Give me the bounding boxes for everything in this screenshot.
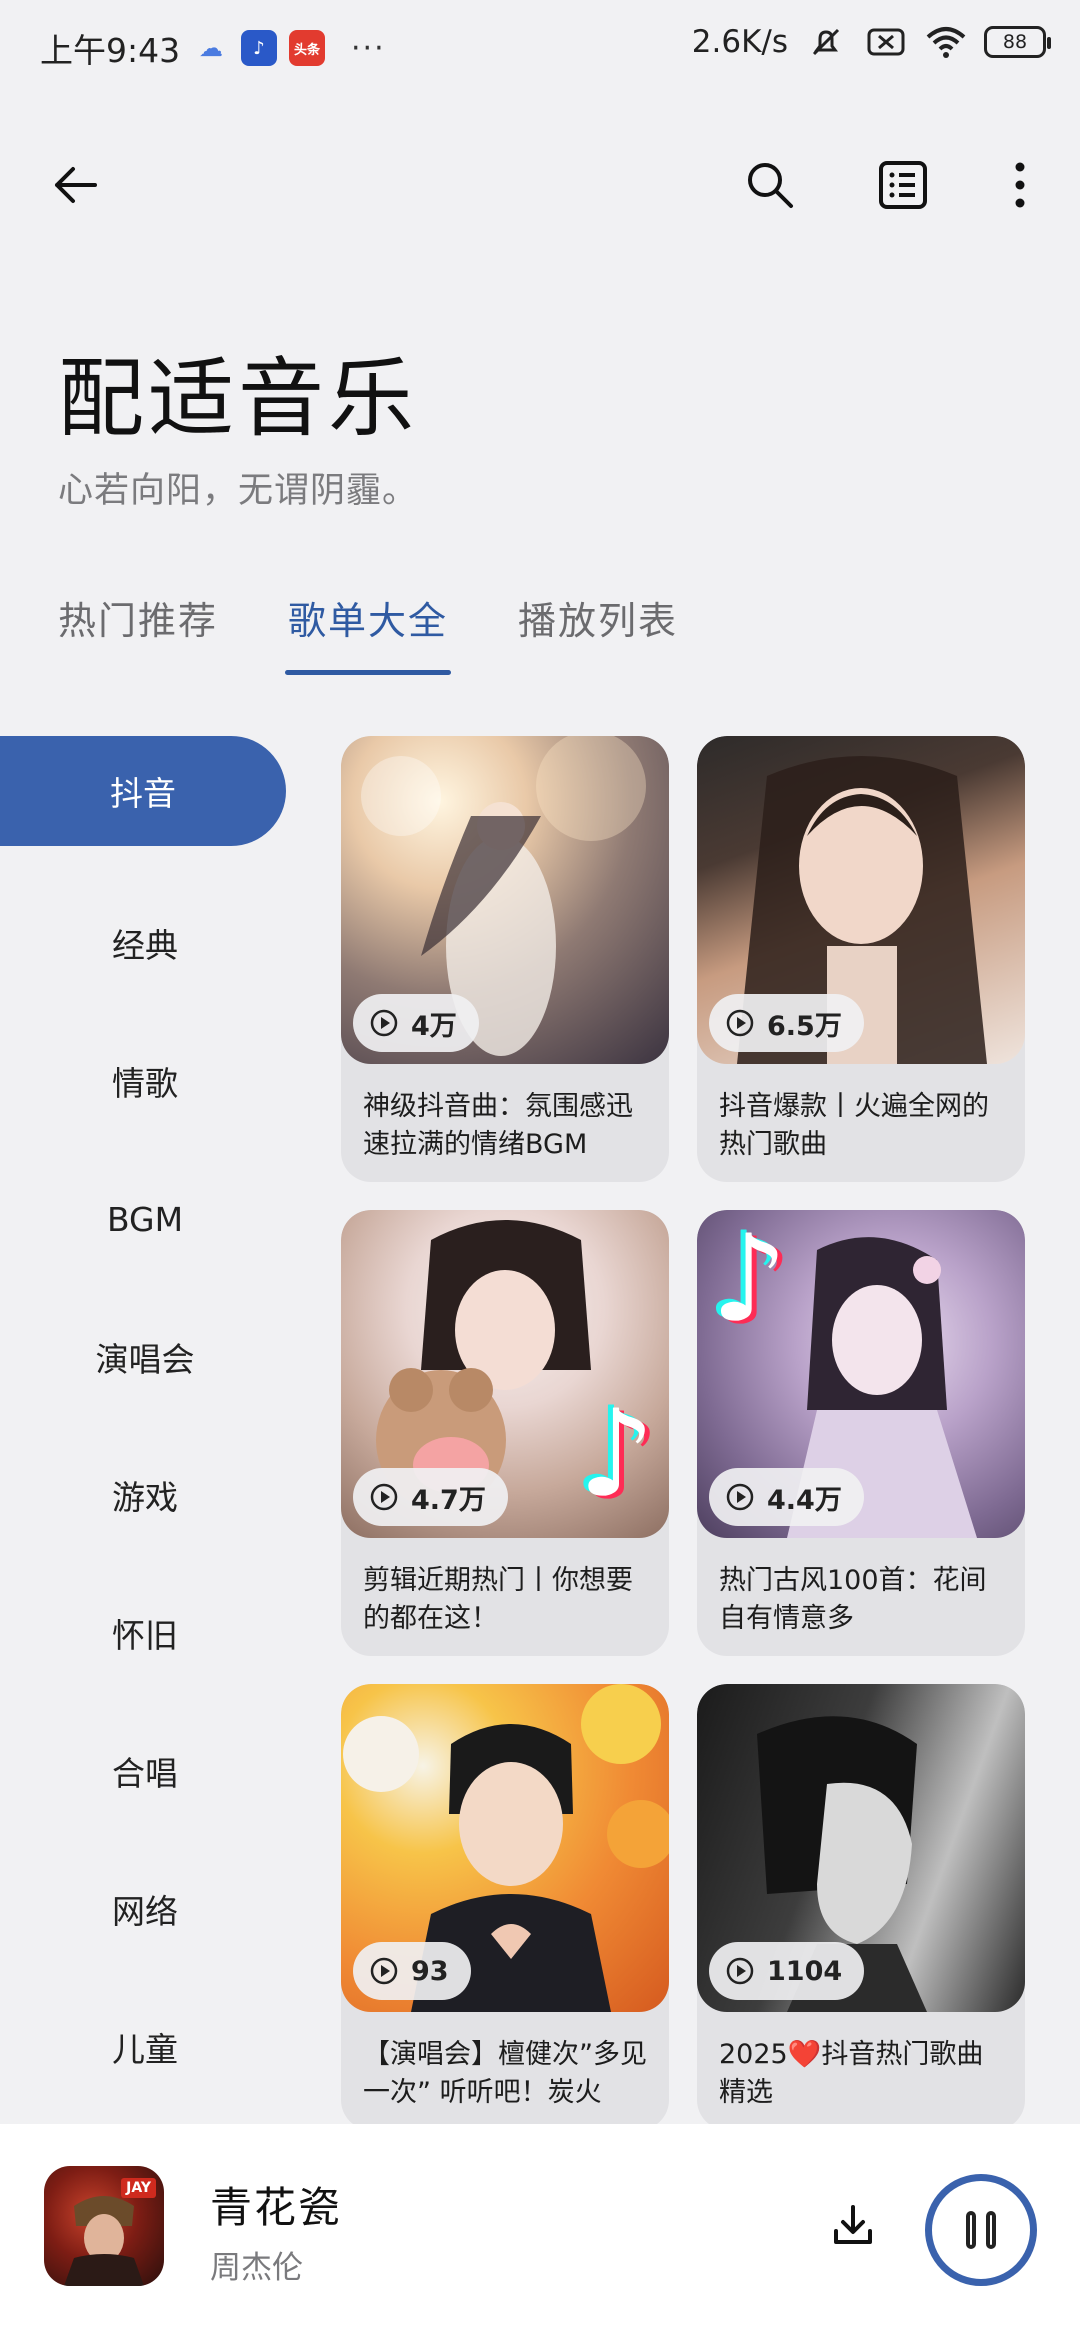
back-arrow-icon[interactable] [40, 150, 110, 220]
playlist-cover[interactable]: 1104 [697, 1684, 1025, 2012]
download-icon[interactable] [818, 2190, 888, 2260]
play-count: 4.4万 [767, 1484, 842, 1516]
category-bgm[interactable]: BGM [0, 1150, 290, 1288]
play-circle-icon [726, 1009, 754, 1037]
play-circle-icon [726, 1957, 754, 1985]
play-circle-icon [370, 1009, 398, 1037]
play-circle-icon [370, 1483, 398, 1511]
pause-icon [966, 2211, 976, 2249]
album-tag: JAY [121, 2178, 156, 2198]
status-app-icons: ☁ ♪ 头条 ··· [193, 30, 386, 66]
song-artist: 周杰伦 [210, 2250, 303, 2286]
playlist-title: 神级抖音曲：氛围感迅速拉满的情绪BGM [363, 1091, 633, 1160]
mute-bell-icon [804, 22, 848, 62]
playlist-card[interactable]: 93 【演唱会】檀健次”多见一次” 听听吧！炭火 [341, 1684, 669, 2124]
play-count: 4.7万 [411, 1484, 486, 1516]
list-icon[interactable] [868, 150, 938, 220]
category-classic[interactable]: 经典 [0, 874, 290, 1012]
play-count-badge: 93 [353, 1942, 471, 2000]
wifi-icon [924, 22, 968, 62]
play-circle-icon [726, 1483, 754, 1511]
more-notifications-icon: ··· [351, 30, 386, 66]
playlist-grid: 4万 神级抖音曲：氛围感迅速拉满的情绪BGM 6.5万 抖音爆款丨火遍全网的热门… [341, 736, 1025, 2124]
music-app-icon: ♪ [241, 30, 277, 66]
category-concert[interactable]: 演唱会 [0, 1288, 290, 1426]
news-app-icon: 头条 [289, 30, 325, 66]
play-count-badge: 4.7万 [353, 1468, 508, 1526]
play-count: 93 [411, 1955, 449, 1987]
playlist-cover[interactable]: ♪ 4.4万 [697, 1210, 1025, 1538]
more-vertical-icon[interactable] [985, 150, 1055, 220]
tab-play-queue[interactable]: 播放列表 [518, 590, 678, 675]
song-title[interactable]: 青花瓷 [210, 2174, 342, 2235]
category-chorus[interactable]: 合唱 [0, 1702, 290, 1840]
playlist-title: 2025❤️抖音热门歌曲精选 [719, 2039, 984, 2108]
play-count: 1104 [767, 1955, 843, 1987]
cloud-icon: ☁ [199, 34, 223, 62]
playlist-card[interactable]: ♪ 4.7万 剪辑近期热门丨你想要的都在这！ [341, 1210, 669, 1656]
page-title: 配适音乐 [58, 349, 418, 449]
playlist-cover[interactable]: 6.5万 [697, 736, 1025, 1064]
playlist-cover[interactable]: 93 [341, 1684, 669, 2012]
playlist-title: 抖音爆款丨火遍全网的热门歌曲 [719, 1091, 989, 1160]
status-time: 上午9:43 [40, 31, 181, 70]
playlist-card[interactable]: 6.5万 抖音爆款丨火遍全网的热门歌曲 [697, 736, 1025, 1182]
category-douyin[interactable]: 抖音 [0, 736, 286, 846]
tab-hot-recommend[interactable]: 热门推荐 [58, 590, 218, 675]
page-subtitle: 心若向阳，无谓阴霾。 [58, 471, 419, 511]
pause-icon [986, 2211, 996, 2249]
playlist-cover[interactable]: ♪ 4.7万 [341, 1210, 669, 1538]
playlist-title: 【演唱会】檀健次”多见一次” 听听吧！炭火 [363, 2039, 647, 2108]
sim-off-icon [864, 22, 908, 62]
playlist-card[interactable]: 4万 神级抖音曲：氛围感迅速拉满的情绪BGM [341, 736, 669, 1182]
net-speed: 2.6K/s [691, 24, 788, 60]
app-bar [0, 130, 1080, 240]
play-count-badge: 4万 [353, 994, 479, 1052]
playlist-title: 热门古风100首：花间自有情意多 [719, 1565, 987, 1634]
category-internet[interactable]: 网络 [0, 1840, 290, 1978]
category-kids[interactable]: 儿童 [0, 1978, 290, 2116]
album-art[interactable]: JAY [44, 2166, 164, 2286]
play-count-badge: 4.4万 [709, 1468, 864, 1526]
play-count-badge: 6.5万 [709, 994, 864, 1052]
playlist-title: 剪辑近期热门丨你想要的都在这！ [363, 1565, 633, 1634]
playlist-cover[interactable]: 4万 [341, 736, 669, 1064]
play-count: 4万 [411, 1010, 457, 1042]
tiktok-logo-icon: ♪ [578, 1385, 655, 1524]
play-count-badge: 1104 [709, 1942, 865, 2000]
tab-playlist-all[interactable]: 歌单大全 [285, 590, 452, 675]
tab-bar: 热门推荐 歌单大全 播放列表 [58, 590, 678, 675]
category-game[interactable]: 游戏 [0, 1426, 290, 1564]
playlist-card[interactable]: ♪ 4.4万 热门古风100首：花间自有情意多 [697, 1210, 1025, 1656]
battery-icon: 88 [984, 26, 1051, 58]
play-circle-icon [370, 1957, 398, 1985]
category-sidebar: 抖音 经典 情歌 BGM 演唱会 游戏 怀旧 合唱 网络 儿童 [0, 736, 290, 2116]
category-nostalgia[interactable]: 怀旧 [0, 1564, 290, 1702]
playlist-card[interactable]: 1104 2025❤️抖音热门歌曲精选 [697, 1684, 1025, 2124]
pause-button[interactable] [925, 2174, 1037, 2286]
search-icon[interactable] [735, 150, 805, 220]
play-count: 6.5万 [767, 1010, 842, 1042]
tiktok-logo-icon: ♪ [711, 1210, 788, 1349]
mini-player[interactable]: JAY 青花瓷 周杰伦 [0, 2124, 1080, 2340]
status-bar: 上午9:43 ☁ ♪ 头条 ··· 2.6K/s 88 [0, 0, 1080, 96]
status-right: 2.6K/s 88 [691, 22, 1051, 62]
category-love-songs[interactable]: 情歌 [0, 1012, 290, 1150]
